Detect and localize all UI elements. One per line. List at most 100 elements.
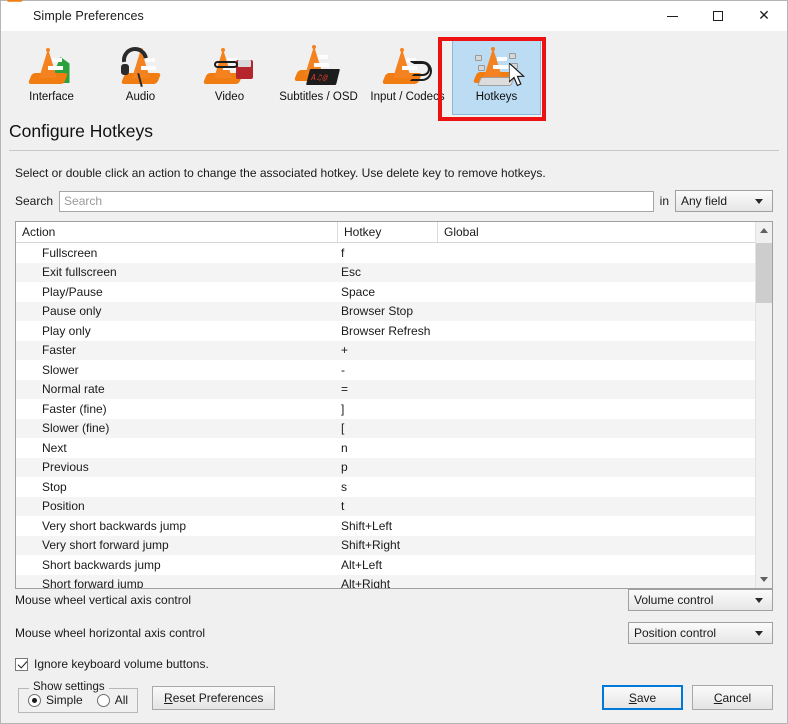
category-toolbar: Interface Audio Video A♫@ Subtitles / OS…: [1, 31, 787, 121]
category-subtitles-osd[interactable]: A♫@ Subtitles / OSD: [274, 37, 363, 115]
minimize-icon: [666, 15, 678, 17]
cell-action: Very short forward jump: [42, 538, 169, 553]
cell-hotkey: n: [341, 440, 348, 455]
save-button[interactable]: Save: [602, 685, 683, 710]
table-row[interactable]: Pause only Browser Stop: [16, 301, 772, 321]
title-bar: Simple Preferences ✕: [1, 0, 787, 31]
cell-hotkey: =: [341, 382, 349, 397]
chevron-down-icon: [755, 597, 763, 603]
table-vertical-scrollbar[interactable]: [755, 222, 772, 588]
horizontal-axis-dropdown[interactable]: Position control: [628, 622, 773, 644]
maximize-button[interactable]: [695, 1, 741, 31]
search-input[interactable]: [59, 190, 654, 212]
vertical-axis-label: Mouse wheel vertical axis control: [15, 593, 192, 607]
hotkeys-panel: Select or double click an action to chan…: [1, 151, 787, 589]
radio-all-dot[interactable]: [96, 693, 110, 707]
table-row[interactable]: Slower -: [16, 360, 772, 380]
cancel-button[interactable]: Cancel: [692, 685, 773, 710]
table-row[interactable]: Next n: [16, 438, 772, 458]
category-label: Audio: [125, 91, 156, 103]
show-settings-group: Show settings Simple All: [18, 681, 139, 713]
chevron-down-icon: [760, 577, 768, 582]
category-audio[interactable]: Audio: [96, 37, 185, 115]
cell-hotkey: f: [341, 245, 345, 260]
cell-hotkey: -: [341, 362, 345, 377]
cell-action: Faster (fine): [42, 401, 107, 416]
table-row[interactable]: Very short backwards jump Shift+Left: [16, 516, 772, 536]
category-hotkeys[interactable]: Hotkeys: [452, 37, 541, 115]
radio-simple[interactable]: Simple: [28, 693, 83, 707]
category-label: Subtitles / OSD: [279, 91, 358, 103]
search-field-dropdown[interactable]: Any field: [675, 190, 773, 212]
cell-hotkey: +: [341, 343, 349, 358]
category-interface[interactable]: Interface: [7, 37, 96, 115]
page-title: Configure Hotkeys: [9, 121, 153, 141]
scrollbar-track[interactable]: [756, 239, 772, 571]
category-input-codecs[interactable]: Input / Codecs: [363, 37, 452, 115]
cell-action: Short backwards jump: [42, 557, 161, 572]
cancel-label-rest: ancel: [722, 690, 752, 705]
search-in-label: in: [659, 194, 669, 208]
cell-hotkey: Space: [341, 284, 376, 299]
cell-hotkey: Browser Refresh: [341, 323, 431, 338]
radio-simple-label: Simple: [46, 693, 83, 707]
cell-action: Pause only: [42, 304, 102, 319]
dialog-action-buttons: Save Cancel: [602, 685, 773, 710]
cell-action: Faster: [42, 343, 77, 358]
column-header-global[interactable]: Global: [438, 222, 772, 242]
show-settings-label: Show settings: [29, 681, 109, 693]
table-row[interactable]: Short backwards jump Alt+Left: [16, 555, 772, 575]
vertical-axis-row: Mouse wheel vertical axis control Volume…: [15, 589, 773, 611]
table-row[interactable]: Short forward jump Alt+Right: [16, 574, 772, 588]
vlc-cone-video-icon: [202, 43, 254, 87]
vlc-cone-hotkeys-icon: [472, 43, 521, 87]
table-row[interactable]: Stop s: [16, 477, 772, 497]
table-row[interactable]: Faster (fine)]: [16, 399, 772, 419]
table-row[interactable]: Fullscreen f: [16, 243, 772, 263]
horizontal-axis-label: Mouse wheel horizontal axis control: [15, 626, 206, 640]
ignore-volume-buttons-row[interactable]: Ignore keyboard volume buttons.: [15, 657, 773, 671]
ignore-volume-buttons-label: Ignore keyboard volume buttons.: [34, 657, 209, 671]
cell-hotkey: Shift+Left: [341, 518, 393, 533]
vertical-axis-dropdown[interactable]: Volume control: [628, 589, 773, 611]
category-video[interactable]: Video: [185, 37, 274, 115]
cell-action: Short forward jump: [42, 577, 144, 588]
cell-hotkey: [: [341, 421, 345, 436]
window-title: Simple Preferences: [33, 9, 144, 23]
cell-action: Fullscreen: [42, 245, 98, 260]
table-row[interactable]: Play only Browser Refresh: [16, 321, 772, 341]
search-field-value: Any field: [681, 194, 728, 208]
minimize-button[interactable]: [649, 1, 695, 31]
table-row[interactable]: Very short forward jump Shift+Right: [16, 535, 772, 555]
table-row[interactable]: Exit fullscreen Esc: [16, 262, 772, 282]
ignore-volume-buttons-checkbox[interactable]: [15, 657, 28, 671]
scroll-down-button[interactable]: [756, 571, 772, 588]
table-row[interactable]: Slower (fine) [: [16, 418, 772, 438]
cell-action: Slower: [42, 362, 79, 377]
cell-hotkey: Shift+Right: [341, 538, 401, 553]
table-row[interactable]: Position t: [16, 496, 772, 516]
column-header-action[interactable]: Action: [16, 222, 338, 242]
table-row[interactable]: Normal rate =: [16, 379, 772, 399]
table-body: Fullscreen f Exit fullscreen Esc Play/Pause S…: [16, 243, 772, 588]
table-row[interactable]: Faster +: [16, 340, 772, 360]
table-row[interactable]: Previous p: [16, 457, 772, 477]
reset-mnemonic: R: [164, 691, 173, 705]
column-header-hotkey[interactable]: Hotkey: [338, 222, 438, 242]
radio-simple-dot[interactable]: [28, 693, 41, 707]
cell-action: Next: [42, 440, 67, 455]
reset-preferences-button[interactable]: Reset Preferences: [152, 686, 276, 710]
vlc-cone-icon: [6, 0, 26, 25]
scrollbar-thumb[interactable]: [756, 243, 772, 303]
scroll-up-button[interactable]: [756, 222, 772, 239]
close-button[interactable]: ✕: [741, 1, 787, 31]
table-row[interactable]: Play/Pause Space: [16, 282, 772, 302]
horizontal-axis-row: Mouse wheel horizontal axis control Posi…: [15, 622, 773, 644]
radio-all[interactable]: All: [96, 693, 128, 707]
page-header: Configure Hotkeys: [1, 115, 787, 151]
cell-hotkey: Alt+Right: [341, 577, 391, 588]
cell-action: Exit fullscreen: [42, 265, 117, 280]
vlc-cone-interface-icon: [27, 43, 76, 87]
cell-action: Slower (fine): [42, 421, 110, 436]
chevron-down-icon: [755, 630, 763, 636]
